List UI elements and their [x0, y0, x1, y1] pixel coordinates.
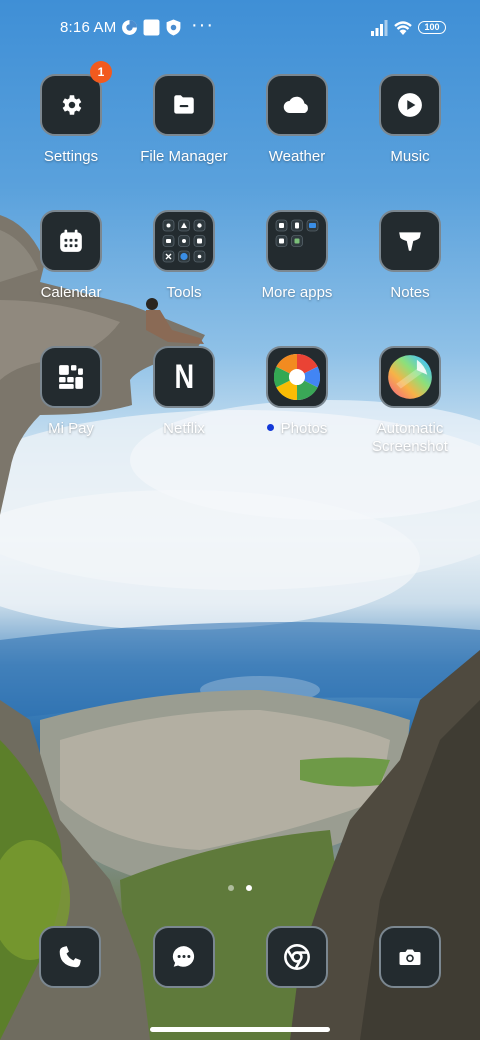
app-music[interactable]: Music [355, 74, 465, 166]
app-label-text: Photos [280, 420, 328, 437]
square-notification-icon [143, 19, 160, 36]
battery-indicator: 100 [418, 21, 446, 34]
settings-tile[interactable]: 1 [40, 61, 112, 136]
app-netflix[interactable]: N Netflix [129, 346, 239, 438]
tools-folder-icon [162, 219, 206, 263]
dock-phone[interactable] [15, 926, 125, 988]
file-manager-tile[interactable] [153, 74, 215, 136]
app-photos[interactable]: Photos [242, 346, 352, 438]
wifi-icon [394, 21, 412, 35]
more-apps-folder-tile[interactable] [266, 210, 328, 272]
netflix-tile[interactable]: N [153, 346, 215, 408]
camera-icon [399, 949, 421, 965]
photos-icon [274, 354, 320, 400]
app-label: Weather [268, 148, 326, 165]
app-label: Netflix [163, 420, 205, 437]
app-label: Calendar [40, 284, 102, 301]
app-label: Mi Pay [48, 420, 94, 437]
app-mi-pay[interactable]: Mi Pay [16, 346, 126, 438]
notification-badge: 1 [90, 61, 112, 83]
app-label: Music [390, 148, 430, 165]
dock-camera[interactable] [355, 926, 465, 988]
photos-tile[interactable] [266, 346, 328, 408]
clock: 8:16 AM [60, 19, 117, 36]
phone-tile[interactable] [39, 926, 101, 988]
mipay-icon [59, 365, 83, 389]
folder-tools[interactable]: Tools [129, 210, 239, 302]
app-weather[interactable]: Weather [242, 74, 352, 166]
automatic-screenshot-tile[interactable] [379, 346, 441, 408]
weather-tile[interactable] [266, 74, 328, 136]
app-label: File Manager [140, 148, 228, 165]
folder-more-apps[interactable]: More apps [242, 210, 352, 302]
new-app-indicator [266, 424, 274, 431]
chrome-tile[interactable] [266, 926, 328, 988]
more-notifications-icon: ··· [191, 14, 214, 36]
home-gesture-bar[interactable] [150, 1027, 330, 1032]
app-label: Settings [43, 148, 99, 165]
apps-folder-icon [275, 219, 319, 247]
notes-tile[interactable] [379, 210, 441, 272]
data-saver-icon [122, 20, 137, 35]
page-indicator[interactable] [0, 878, 480, 896]
camera-tile[interactable] [379, 926, 441, 988]
dock-chrome[interactable] [242, 926, 352, 988]
calendar-icon [60, 229, 82, 252]
phone-icon [59, 946, 81, 968]
app-calendar[interactable]: Calendar [16, 210, 126, 302]
message-icon [172, 946, 195, 967]
app-notes[interactable]: Notes [355, 210, 465, 302]
app-settings[interactable]: 1 Settings [16, 61, 126, 166]
tools-folder-tile[interactable] [153, 210, 215, 272]
page-dot-1[interactable] [228, 885, 234, 891]
app-label: More apps [261, 284, 333, 301]
app-label: Notes [390, 284, 430, 301]
cloud-icon [283, 96, 308, 114]
gear-icon [62, 95, 82, 115]
app-file-manager[interactable]: File Manager [129, 74, 239, 166]
notes-icon [399, 232, 421, 251]
home-screen: 8:16 AM ··· 100 1 Settings File Manager … [0, 0, 480, 1040]
play-icon [398, 93, 422, 117]
calendar-tile[interactable] [40, 210, 102, 272]
screenshot-icon [388, 355, 432, 399]
app-automatic-screenshot[interactable]: Automatic Screenshot [355, 346, 465, 456]
shield-icon [166, 19, 181, 36]
app-label: Tools [166, 284, 202, 301]
chrome-icon [284, 944, 310, 970]
app-label: Automatic Screenshot [372, 420, 448, 455]
signal-icon [371, 20, 388, 36]
page-dot-2-active[interactable] [246, 885, 252, 891]
status-bar: 8:16 AM ··· 100 [0, 0, 480, 56]
app-label: Photos [242, 420, 352, 438]
netflix-icon: N [174, 357, 194, 396]
mi-pay-tile[interactable] [40, 346, 102, 408]
messages-tile[interactable] [153, 926, 215, 988]
dock-messages[interactable] [129, 926, 239, 988]
folder-icon [174, 95, 194, 114]
music-tile[interactable] [379, 74, 441, 136]
